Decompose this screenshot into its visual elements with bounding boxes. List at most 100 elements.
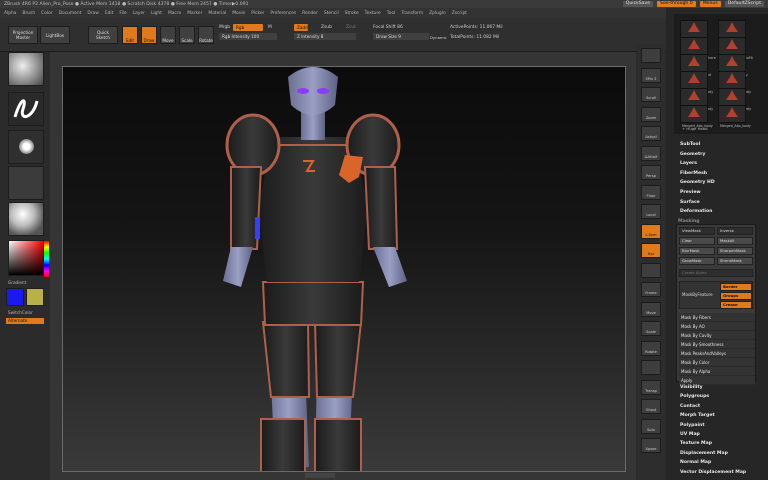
menu-render[interactable]: Render xyxy=(302,11,318,16)
menu-stroke[interactable]: Stroke xyxy=(345,11,359,16)
shelf-button-aahalf[interactable]: AAHalf xyxy=(641,145,661,161)
mask-by-feature-label[interactable]: MaskByFeature xyxy=(682,292,713,297)
alpha-thumbnail[interactable] xyxy=(8,130,44,164)
m-toggle[interactable]: M xyxy=(268,25,272,30)
shelf-button-l-sym[interactable]: L.Sym xyxy=(641,223,661,239)
palette-deformation[interactable]: Deformation xyxy=(680,209,712,214)
secondary-color-swatch[interactable] xyxy=(26,288,44,306)
material-thumbnail[interactable] xyxy=(8,202,44,236)
menu-texture[interactable]: Texture xyxy=(365,11,381,16)
scale-button[interactable]: Scale xyxy=(179,26,195,44)
subtool-item[interactable]: ZSphere_2 xyxy=(718,20,746,43)
shelf-button-move[interactable]: Move xyxy=(641,301,661,317)
canvas-scroll-indicator[interactable] xyxy=(305,473,335,478)
shelf-button-actual[interactable]: Actual xyxy=(641,126,661,141)
shelf-button-rotate[interactable]: Rotate xyxy=(641,340,661,356)
palette-contact[interactable]: Contact xyxy=(680,404,700,409)
palette-polygroups[interactable]: Polygroups xyxy=(680,394,709,399)
dynamic-toggle[interactable]: Dynamic xyxy=(430,35,447,40)
hue-bar[interactable] xyxy=(44,241,49,277)
menu-zscript[interactable]: Zscript xyxy=(452,11,467,16)
mask-option-mask-peaksandvalleys[interactable]: Mask PeaksAndValleys xyxy=(679,349,755,358)
shelf-button-ghost[interactable]: Ghost xyxy=(641,399,661,414)
shelf-button-xpose[interactable]: Xpose xyxy=(641,438,661,453)
menu-tool[interactable]: Tool xyxy=(387,11,396,16)
mrgb-toggle[interactable]: Mrgb xyxy=(219,25,230,30)
zadd-toggle[interactable]: Zadd xyxy=(294,24,308,31)
shelf-button-spix-3[interactable]: SPix 3 xyxy=(641,67,661,83)
shelf-button-transp[interactable]: Transp xyxy=(641,379,661,395)
menu-light[interactable]: Light xyxy=(151,11,162,16)
mask-option-mask-by-smoothness[interactable]: Mask By Smoothness xyxy=(679,340,755,349)
palette-geometry-hd[interactable]: Geometry HD xyxy=(680,180,715,185)
menus-button[interactable]: Menus xyxy=(699,1,721,7)
menu-stencil[interactable]: Stencil xyxy=(324,11,339,16)
menu-material[interactable]: Material xyxy=(208,11,226,16)
lightbox-button[interactable]: LightBox xyxy=(40,26,70,44)
mask-all-button[interactable]: MaskAll xyxy=(717,237,753,245)
gradient-label[interactable]: Gradient xyxy=(8,280,26,285)
shelf-button-zoom[interactable]: Zoom xyxy=(641,106,661,122)
mask-option-apply[interactable]: Apply xyxy=(679,376,755,385)
shelf-button-local[interactable]: Local xyxy=(641,204,661,219)
shelf-button-scroll[interactable]: Scroll xyxy=(641,87,661,102)
subtool-item[interactable]: ZSphere_1 xyxy=(680,20,708,43)
rgb-intensity-slider[interactable]: Rgb Intensity 100 xyxy=(219,33,277,40)
shelf-button-solo[interactable]: Solo xyxy=(641,418,661,434)
subtool-item[interactable]: Merged_Abe_body xyxy=(718,88,751,111)
menu-color[interactable]: Color xyxy=(41,11,52,16)
menu-transform[interactable]: Transform xyxy=(401,11,423,16)
palette-uv-map[interactable]: UV Map xyxy=(680,432,700,437)
default-zscript-button[interactable]: DefaultZScript xyxy=(724,1,764,7)
shelf-button-blank-16[interactable] xyxy=(641,360,661,375)
subtool-item[interactable]: Merged_Abe_body xyxy=(718,71,751,94)
menu-layer[interactable]: Layer xyxy=(133,11,145,16)
menu-draw[interactable]: Draw xyxy=(87,11,98,16)
subtool-item[interactable]: Merged_Abs_body xyxy=(718,105,751,128)
menu-brush[interactable]: Brush xyxy=(22,11,35,16)
shelf-button-scale[interactable]: Scale xyxy=(641,321,661,336)
projection-master-button[interactable]: Projection Master xyxy=(8,26,38,44)
edit-button[interactable]: Edit xyxy=(122,26,138,44)
zsub-toggle[interactable]: Zsub xyxy=(321,25,332,30)
palette-layers[interactable]: Layers xyxy=(680,161,697,166)
draw-button[interactable]: Draw xyxy=(141,26,157,44)
palette-texture-map[interactable]: Texture Map xyxy=(680,441,712,446)
mask-option-mask-by-ao[interactable]: Mask By AO xyxy=(679,322,755,331)
menu-document[interactable]: Document xyxy=(59,11,82,16)
subtool-item[interactable]: Merged_Mat_Bod xyxy=(680,54,711,77)
palette-fibermesh[interactable]: FiberMesh xyxy=(680,171,707,176)
blur-mask-button[interactable]: BlurMask xyxy=(679,247,715,255)
inverse-button[interactable]: Inverse xyxy=(717,227,753,235)
crease-toggle[interactable]: Crease xyxy=(720,301,752,309)
quick-sketch-button[interactable]: Quick Sketch xyxy=(88,26,118,44)
subtool-item[interactable]: Merged_Abe_body xyxy=(680,88,713,111)
see-through-slider[interactable]: See-through 0 xyxy=(657,1,696,7)
switch-color-button[interactable]: SwitchColor xyxy=(8,310,33,315)
shelf-button-blank-11[interactable] xyxy=(641,262,661,278)
menu-picker[interactable]: Picker xyxy=(251,11,264,16)
z-intensity-slider[interactable]: Z Intensity 8 xyxy=(294,33,356,40)
texture-thumbnail[interactable] xyxy=(8,166,44,200)
palette-displacement-map[interactable]: Displacement Map xyxy=(680,451,728,456)
groups-toggle[interactable]: Groups xyxy=(720,292,752,300)
border-toggle[interactable]: Border xyxy=(720,283,752,291)
shrink-mask-button[interactable]: ShrinkMask xyxy=(717,257,753,265)
3d-viewport[interactable] xyxy=(62,66,626,472)
view-mask-button[interactable]: ViewMask xyxy=(679,227,715,235)
menu-preferences[interactable]: Preferences xyxy=(270,11,296,16)
clear-mask-button[interactable]: Clear xyxy=(679,237,715,245)
palette-geometry[interactable]: Geometry xyxy=(680,152,705,157)
palette-surface[interactable]: Surface xyxy=(680,200,700,205)
quicksave-button[interactable]: QuickSave xyxy=(622,1,654,7)
shelf-button-floor[interactable]: Floor xyxy=(641,184,661,200)
menu-macro[interactable]: Macro xyxy=(168,11,181,16)
palette-vector-displacement-map[interactable]: Vector Displacement Map xyxy=(680,470,746,475)
stroke-freehand-thumbnail[interactable] xyxy=(8,92,44,126)
palette-normal-map[interactable]: Normal Map xyxy=(680,460,711,465)
palette-polypaint[interactable]: Polypaint xyxy=(680,423,705,428)
subtool-more-label[interactable]: + Huge Head xyxy=(682,126,708,131)
menu-zplugin[interactable]: Zplugin xyxy=(429,11,446,16)
menu-edit[interactable]: Edit xyxy=(105,11,114,16)
subtool-item[interactable]: Merged_Abs_body xyxy=(680,105,713,128)
